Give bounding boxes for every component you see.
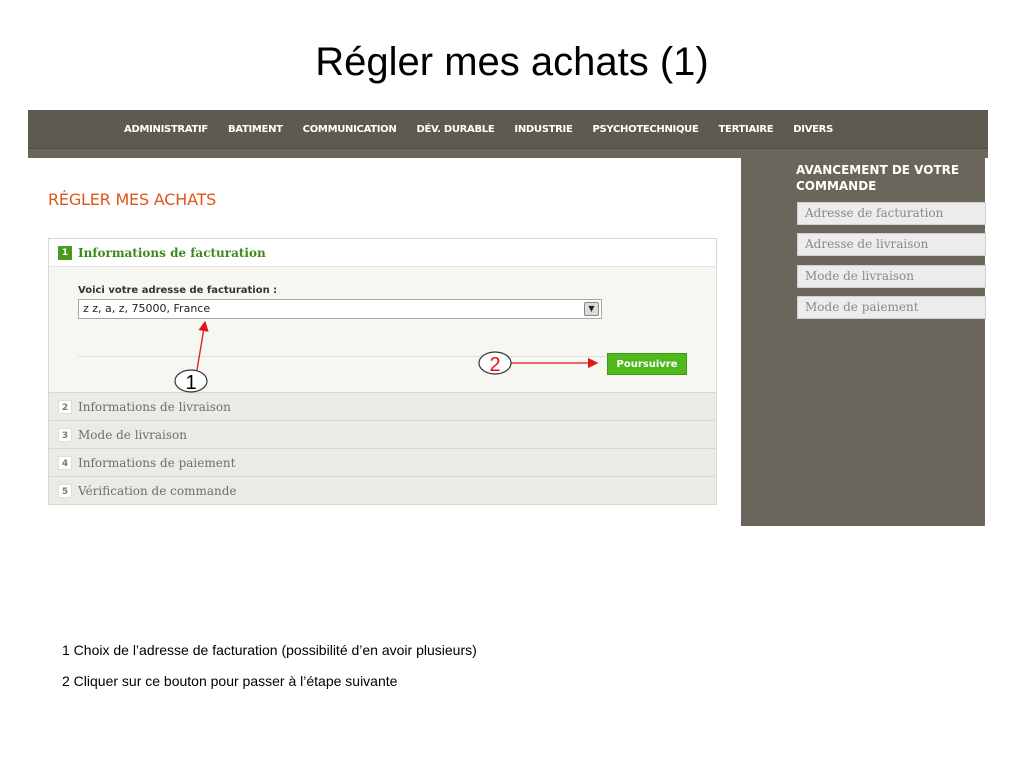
marker-1-label: 1	[185, 372, 196, 394]
footnote-2: 2 Cliquer sur ce bouton pour passer à l’…	[62, 673, 398, 689]
arrow-to-select	[196, 320, 209, 371]
footnote-1: 1 Choix de l’adresse de facturation (pos…	[62, 642, 477, 658]
marker-2-label: 2	[489, 354, 500, 376]
